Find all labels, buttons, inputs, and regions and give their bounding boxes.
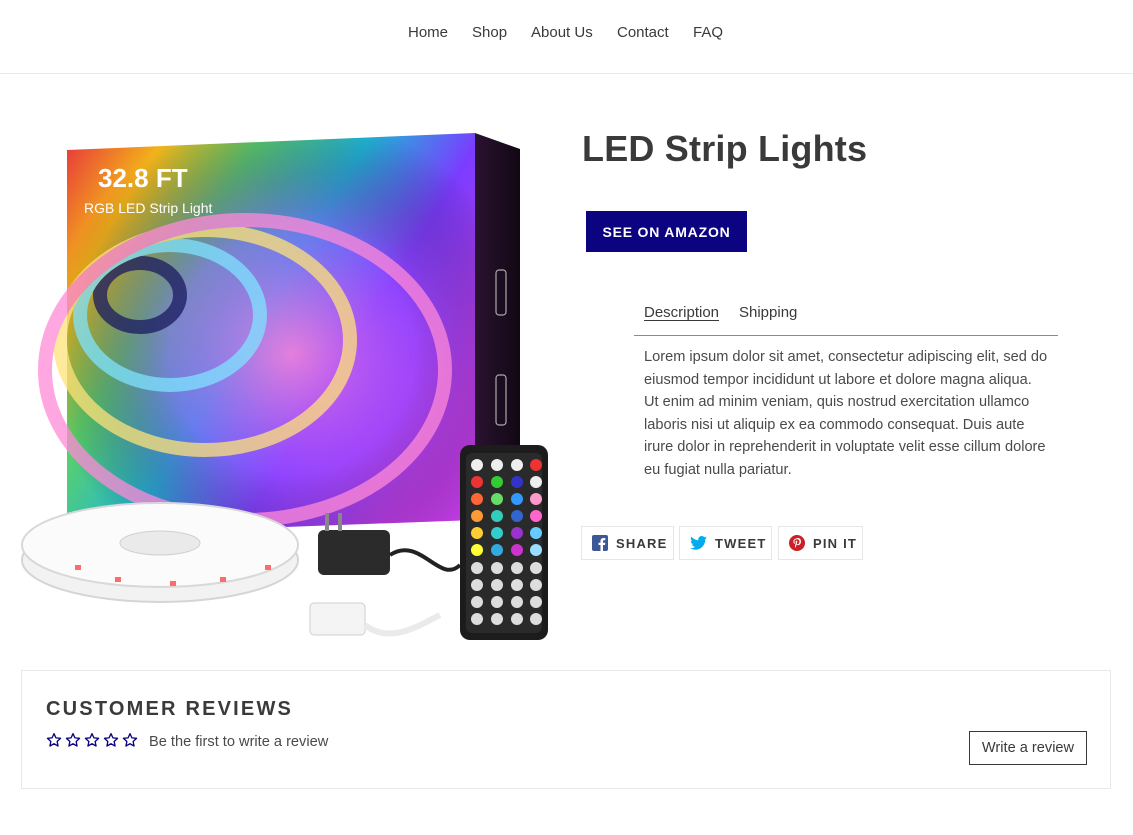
nav-link-home[interactable]: Home [408, 24, 448, 41]
product-image[interactable]: 32.8 FT RGB LED Strip Light [20, 125, 555, 650]
tweet-label: TWEET [715, 535, 767, 551]
star-rating [46, 732, 138, 748]
tweet-button[interactable]: TWEET [679, 526, 772, 560]
twitter-icon [690, 536, 707, 550]
nav-link-faq[interactable]: FAQ [693, 24, 723, 41]
tab-shipping[interactable]: Shipping [739, 304, 797, 321]
star-empty-icon [103, 733, 119, 747]
pin-it-button[interactable]: PIN IT [778, 526, 863, 560]
product-tabs: Description Shipping [634, 300, 1058, 336]
nav-link-about-us[interactable]: About Us [531, 24, 593, 41]
top-navigation: Home Shop About Us Contact FAQ [0, 0, 1133, 74]
facebook-icon [592, 535, 608, 551]
pin-it-label: PIN IT [813, 535, 858, 551]
nav-link-shop[interactable]: Shop [472, 24, 507, 41]
share-label: SHARE [616, 535, 668, 551]
pinterest-icon [789, 535, 805, 551]
product-description: Lorem ipsum dolor sit amet, consectetur … [644, 349, 1048, 478]
customer-reviews-section: CUSTOMER REVIEWS Be the first to write a… [21, 670, 1111, 789]
star-empty-icon [84, 733, 100, 747]
box-headline: 32.8 FT [98, 163, 188, 193]
write-review-button[interactable]: Write a review [969, 731, 1087, 765]
reviews-title: CUSTOMER REVIEWS [46, 698, 294, 720]
star-empty-icon [122, 733, 138, 747]
see-on-amazon-button[interactable]: SEE ON AMAZON [586, 211, 747, 252]
tab-description[interactable]: Description [644, 304, 719, 321]
star-empty-icon [46, 733, 62, 747]
reviews-summary: Be the first to write a review [149, 734, 329, 750]
box-subtitle: RGB LED Strip Light [84, 200, 212, 216]
product-title: LED Strip Lights [582, 128, 868, 169]
share-facebook-button[interactable]: SHARE [581, 526, 674, 560]
nav-link-contact[interactable]: Contact [617, 24, 669, 41]
star-empty-icon [65, 733, 81, 747]
